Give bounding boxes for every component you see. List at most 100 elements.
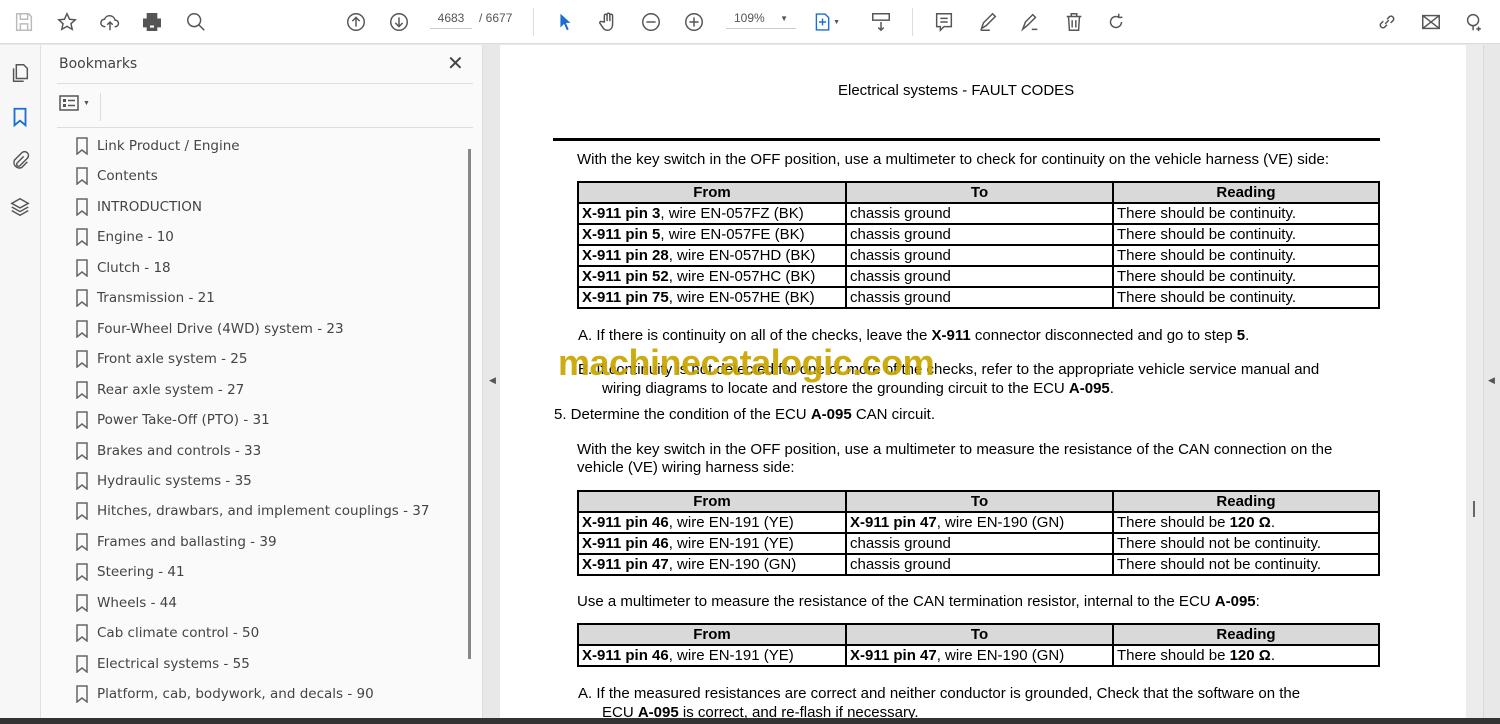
bookmark-icon [76,259,88,277]
bookmark-item[interactable]: Rear axle system - 27 [75,380,244,400]
bookmark-item[interactable]: INTRODUCTION [75,197,202,217]
bookmark-icon [76,380,88,399]
attachment-icon[interactable] [6,147,34,175]
scroll-thumb[interactable] [1473,501,1475,517]
expand-right-panel-icon[interactable]: ◀ [1488,375,1495,386]
table-row: X-911 pin 75, wire EN-057HE (BK) chassis … [577,286,1380,309]
page-number-input[interactable]: 4683 [430,11,472,29]
text: There should be [1117,647,1230,664]
document-scrollbar[interactable] [1466,45,1484,718]
star-icon[interactable] [53,8,81,36]
bookmark-label: Front axle system - 25 [97,351,248,368]
bookmark-item[interactable]: Power Take-Off (PTO) - 31 [75,410,270,430]
comment-icon[interactable] [930,8,958,36]
zoom-out-icon[interactable] [637,8,665,36]
table-cell: X-911 pin 46, wire EN-191 (YE) [577,532,847,555]
paragraph: Use a multimeter to measure the resistan… [577,593,1260,611]
search-icon[interactable] [182,8,210,36]
divider [100,93,101,121]
bookmark-item[interactable]: Frames and ballasting - 39 [75,532,277,552]
table-row: X-911 pin 52, wire EN-057HC (BK) chassis … [577,265,1380,288]
bold-text: A-095 [810,406,852,423]
rotate-icon[interactable] [1102,8,1130,36]
divider [57,127,473,128]
bold-text: X-911 pin 75 [582,289,669,306]
text: There should be continuity. [1117,226,1296,243]
column-header: From [577,181,847,204]
bookmark-icon [76,594,88,612]
bookmark-item[interactable]: Brakes and controls - 33 [75,441,261,461]
text: chassis ground [850,226,951,243]
previous-page-icon[interactable] [342,8,370,36]
select-cursor-icon[interactable] [551,8,579,36]
bookmark-item[interactable]: Four-Wheel Drive (4WD) system - 23 [75,319,344,339]
bookmark-item[interactable]: Platform, cab, bodywork, and decals - 90 [75,684,374,704]
email-icon[interactable] [1417,8,1445,36]
share-link-icon[interactable] [1373,8,1401,36]
hand-tool-icon[interactable] [594,8,622,36]
bold-text: X-911 pin 3 [582,205,661,222]
bookmark-item[interactable]: Transmission - 21 [75,288,215,308]
table-cell: There should be 120 Ω. [1112,511,1380,534]
bookmark-item[interactable]: Steering - 41 [75,562,185,582]
bookmark-item[interactable]: Contents [75,166,158,186]
bookmark-icon [76,289,88,308]
table-cell: There should be 120 Ω. [1112,644,1380,667]
bookmark-panel-icon[interactable] [6,103,34,131]
bookmark-item[interactable]: Hitches, drawbars, and implement couplin… [75,501,429,521]
bookmark-label: Platform, cab, bodywork, and decals - 90 [97,686,374,703]
bookmark-item[interactable]: Electrical systems - 55 [75,654,250,674]
bold-text: 120 Ω [1229,647,1271,664]
table-cell: chassis ground [845,265,1114,288]
bookmark-label: Clutch - 18 [97,259,171,276]
chevron-down-icon: ▼ [780,14,788,23]
next-page-icon[interactable] [385,8,413,36]
panel-scrollbar[interactable] [468,149,471,659]
highlight-pen-icon[interactable] [974,8,1002,36]
bookmark-item[interactable]: Clutch - 18 [75,258,171,278]
table-cell: There should be continuity. [1112,202,1380,225]
collapse-panel-icon[interactable]: ◀ [489,375,496,386]
sidebar-rail [0,45,41,718]
bold-text: X-911 pin 52 [582,268,669,285]
layers-icon[interactable] [6,193,34,221]
zoom-in-icon[interactable] [680,8,708,36]
bold-text: X-911 pin 47 [850,514,937,531]
bookmark-item[interactable]: Link Product / Engine [75,136,240,156]
save-icon[interactable] [10,8,38,36]
page-thumbnails-icon[interactable] [6,59,34,87]
sign-icon[interactable] [1016,8,1044,36]
fit-page-icon[interactable]: ▼ [812,8,840,36]
bookmark-label: Link Product / Engine [97,138,240,154]
bookmark-options-button[interactable]: ▼ [59,95,90,111]
bookmark-item[interactable]: Cab climate control - 50 [75,623,259,643]
bookmark-label: INTRODUCTION [97,198,202,215]
bookmark-label: Power Take-Off (PTO) - 31 [97,412,270,429]
text: A. If the measured resistances are corre… [578,685,1301,702]
table-cell: X-911 pin 47, wire EN-190 (GN) [845,511,1114,534]
keyboard-scroll-icon[interactable] [867,8,895,36]
divider [533,8,534,36]
text: connector disconnected and go to step [970,327,1237,344]
bookmark-item[interactable]: Front axle system - 25 [75,349,247,369]
print-icon[interactable] [138,8,166,36]
close-icon[interactable]: ✕ [447,51,464,76]
bookmark-label: Electrical systems - 55 [97,655,250,672]
table-row: X-911 pin 46, wire EN-191 (YE) X-911 pin … [577,644,1380,667]
bookmark-label: Steering - 41 [97,564,185,581]
cloud-upload-icon[interactable] [96,8,124,36]
continuity-table: From To Reading X-911 pin 3, wire EN-057FZ … [577,181,1380,309]
column-header: To [845,490,1114,513]
zoom-select[interactable]: 109% ▼ [726,11,796,29]
step-5: 5. Determine the condition of the ECU A-… [554,406,935,424]
bookmark-icon [76,654,88,673]
bookmark-item[interactable]: Hydraulic systems - 35 [75,471,252,491]
bookmark-icon [76,350,88,369]
bold-text: 5 [1236,327,1246,344]
delete-icon[interactable] [1060,8,1088,36]
bookmark-item[interactable]: Wheels - 44 [75,593,177,613]
add-user-icon[interactable] [1460,8,1488,36]
taskbar-edge [0,718,1500,724]
table-cell: X-911 pin 46, wire EN-191 (YE) [577,511,847,534]
bookmark-item[interactable]: Engine - 10 [75,227,174,247]
